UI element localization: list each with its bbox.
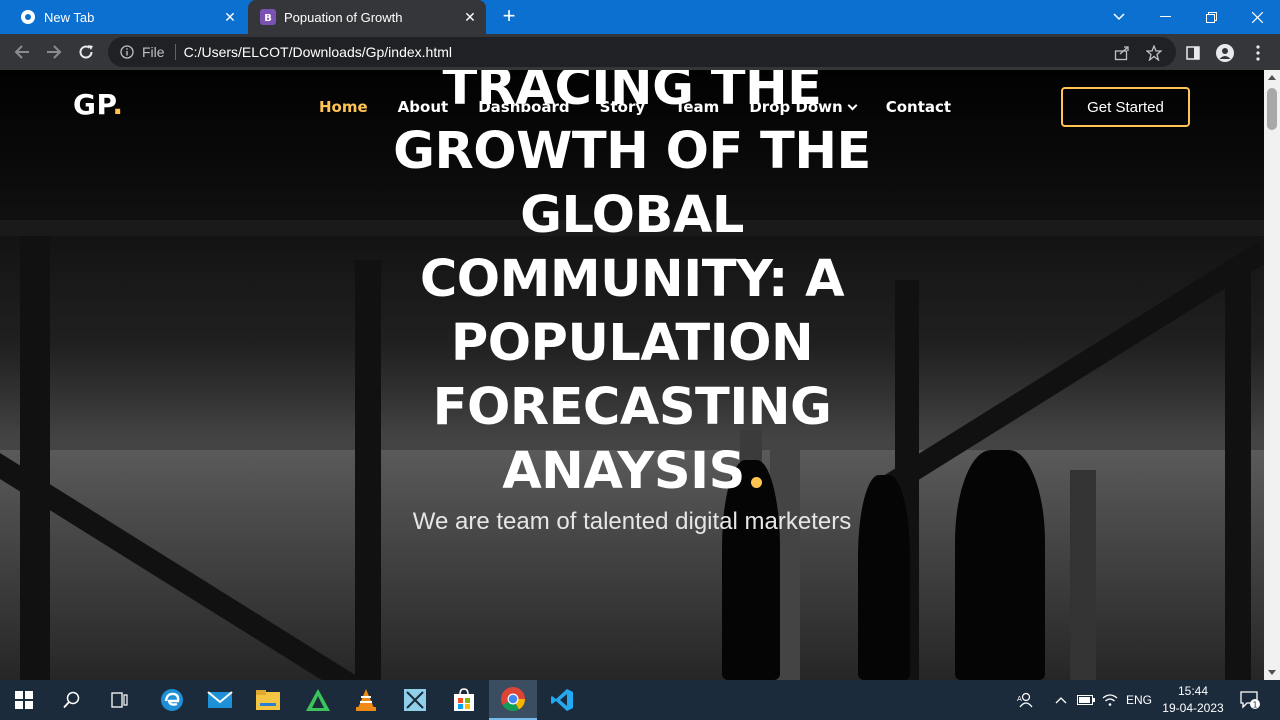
svg-text:B: B xyxy=(264,13,272,24)
site-logo[interactable]: GP. xyxy=(73,88,124,121)
notification-count: 1 xyxy=(1252,701,1257,710)
search-icon[interactable] xyxy=(48,680,96,720)
tab-popuation-of-growth[interactable]: B Popuation of Growth ✕ xyxy=(248,0,486,34)
hero-headline: TRACING THE GROWTH OF THE GLOBAL COMMUNI… xyxy=(372,70,892,504)
snipping-tool-icon[interactable] xyxy=(391,680,439,720)
window-close-icon[interactable] xyxy=(1234,0,1280,34)
task-view-icon[interactable] xyxy=(96,680,144,720)
browser-tab-bar: New Tab ✕ B Popuation of Growth ✕ + xyxy=(0,0,1280,34)
app-triangle-icon[interactable] xyxy=(294,680,342,720)
chrome-taskbar-icon[interactable] xyxy=(489,680,537,720)
page-scrollbar[interactable] xyxy=(1264,70,1280,680)
nav-contact[interactable]: Contact xyxy=(886,98,951,116)
close-icon[interactable]: ✕ xyxy=(220,7,240,27)
clock-date: 19-04-2023 xyxy=(1162,701,1224,715)
tab-new-tab[interactable]: New Tab ✕ xyxy=(8,0,246,34)
hero-headline-text: TRACING THE GROWTH OF THE GLOBAL COMMUNI… xyxy=(393,70,871,501)
nav-home[interactable]: Home xyxy=(319,98,368,116)
back-icon[interactable] xyxy=(10,40,34,64)
chevron-up-icon[interactable] xyxy=(1052,680,1070,720)
windows-start-icon[interactable] xyxy=(0,680,48,720)
restore-icon[interactable] xyxy=(1188,0,1234,34)
new-tab-button[interactable]: + xyxy=(498,5,520,28)
accent-dot xyxy=(750,477,762,488)
tab-title: Popuation of Growth xyxy=(284,9,403,25)
bootstrap-icon: B xyxy=(260,9,276,25)
menu-kebab-icon[interactable] xyxy=(1248,43,1268,63)
address-bar[interactable]: File C:/Users/ELCOT/Downloads/Gp/index.h… xyxy=(108,37,1176,67)
side-panel-icon[interactable] xyxy=(1183,43,1203,63)
clock-time: 15:44 xyxy=(1177,684,1209,698)
edge-browser-icon[interactable] xyxy=(148,680,196,720)
battery-icon[interactable] xyxy=(1076,680,1096,720)
windows-taskbar: A ENG 15:44 19-04-2023 1 xyxy=(0,680,1280,720)
browser-toolbar: File C:/Users/ELCOT/Downloads/Gp/index.h… xyxy=(0,34,1280,70)
logo-dot: . xyxy=(112,88,124,121)
file-explorer-icon[interactable] xyxy=(244,680,292,720)
language-indicator[interactable]: ENG xyxy=(1124,680,1154,720)
window-frame-beam xyxy=(20,220,50,680)
page-viewport: GP. Home About Dashboard Story Team Drop… xyxy=(0,70,1264,680)
url-text[interactable]: C:/Users/ELCOT/Downloads/Gp/index.html xyxy=(184,44,452,60)
logo-text: GP xyxy=(73,88,113,121)
share-icon[interactable] xyxy=(1113,44,1131,62)
people-icon[interactable]: A xyxy=(1012,680,1038,720)
scrollbar-thumb[interactable] xyxy=(1267,88,1277,130)
chrome-icon xyxy=(20,9,36,25)
vlc-icon[interactable] xyxy=(342,680,390,720)
scroll-up-icon[interactable] xyxy=(1268,75,1276,80)
system-clock[interactable]: 15:44 19-04-2023 xyxy=(1158,683,1228,717)
close-icon[interactable]: ✕ xyxy=(460,7,480,27)
svg-text:A: A xyxy=(1017,695,1022,703)
notification-icon[interactable]: 1 xyxy=(1236,680,1264,720)
forward-icon[interactable] xyxy=(42,40,66,64)
tab-title: New Tab xyxy=(44,9,95,25)
wifi-icon[interactable] xyxy=(1100,680,1120,720)
scroll-down-icon[interactable] xyxy=(1268,670,1276,675)
bookmark-star-icon[interactable] xyxy=(1145,44,1163,62)
window-frame-beam xyxy=(1225,260,1251,680)
hero-subtitle: We are team of talented digital marketer… xyxy=(412,508,852,535)
person-silhouette xyxy=(955,450,1045,680)
info-icon[interactable] xyxy=(120,45,134,59)
divider xyxy=(174,44,176,60)
scheme-label: File xyxy=(142,44,165,60)
profile-icon[interactable] xyxy=(1215,43,1235,63)
tab-search-icon[interactable] xyxy=(1096,0,1142,34)
store-icon[interactable] xyxy=(440,680,488,720)
person-silhouette xyxy=(858,475,910,680)
mail-icon[interactable] xyxy=(196,680,244,720)
minimize-icon[interactable] xyxy=(1142,0,1188,34)
get-started-button[interactable]: Get Started xyxy=(1061,87,1190,127)
reload-icon[interactable] xyxy=(74,40,98,64)
vscode-icon[interactable] xyxy=(538,680,586,720)
city-building xyxy=(1070,470,1096,680)
